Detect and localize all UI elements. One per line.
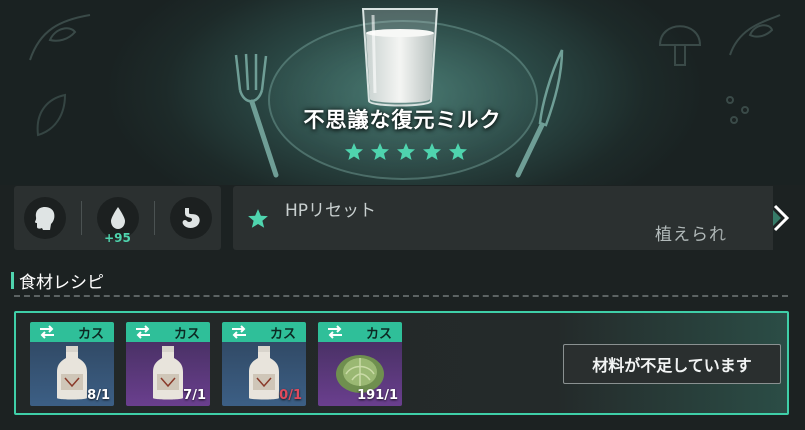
- star-icon: [371, 143, 389, 160]
- item-title: 不思議な復元ミルク: [303, 108, 502, 132]
- accent-bar: [11, 272, 14, 289]
- stomach-icon: [182, 208, 200, 228]
- effect-name: HPリセット: [285, 201, 377, 221]
- swap-icon[interactable]: [135, 325, 151, 339]
- stat-value: +95: [104, 231, 131, 245]
- stat-water[interactable]: +95: [93, 193, 143, 245]
- ingredient-count: 8/1: [87, 388, 110, 403]
- milk-glass-icon: [361, 8, 439, 107]
- ingredient-card[interactable]: カス 7/1: [126, 322, 210, 406]
- insufficient-materials-button[interactable]: 材料が不足しています: [563, 344, 781, 384]
- star-icon: [423, 143, 441, 160]
- star-icon: [248, 209, 268, 228]
- ingredient-count: 7/1: [183, 388, 206, 403]
- ingredient-card[interactable]: カス 8/1: [30, 322, 114, 406]
- tag-label: カス: [173, 326, 200, 342]
- recipe-box: カス 8/1 カス 7/1 カス 0/1 カス 191/1 材料が不足しています: [14, 311, 789, 415]
- effect-fade: [713, 186, 773, 250]
- ingredient-card[interactable]: カス 191/1: [318, 322, 402, 406]
- divider: [80, 201, 82, 235]
- divider: [153, 201, 155, 235]
- divider: [14, 295, 788, 297]
- stat-panel: +95: [14, 186, 221, 250]
- recipe-title: 食材レシピ: [19, 273, 104, 293]
- star-icon: [345, 143, 363, 160]
- water-drop-icon: [110, 207, 125, 229]
- mushroom-doodle-icon: [658, 14, 781, 66]
- ingredient-tag: カス: [30, 322, 114, 342]
- rarity-stars: [344, 142, 468, 162]
- star-icon: [397, 143, 415, 160]
- effect-panel[interactable]: HPリセット 植えられ: [233, 186, 773, 250]
- chevron-right-icon[interactable]: [770, 203, 792, 233]
- ingredient-tag: カス: [318, 322, 402, 342]
- swap-icon[interactable]: [39, 325, 55, 339]
- ingredient-count: 191/1: [357, 388, 398, 403]
- recipe-header: 食材レシピ: [11, 268, 104, 293]
- ingredient-card[interactable]: カス 0/1: [222, 322, 306, 406]
- tag-label: カス: [365, 326, 392, 342]
- star-icon: [449, 143, 467, 160]
- swap-icon[interactable]: [231, 325, 247, 339]
- tag-label: カス: [77, 326, 104, 342]
- head-icon: [34, 207, 54, 230]
- stat-stomach[interactable]: [166, 193, 216, 243]
- swap-icon[interactable]: [327, 325, 343, 339]
- ingredient-tag: カス: [126, 322, 210, 342]
- herb-doodle-icon: [29, 14, 91, 61]
- ingredient-count: 0/1: [279, 388, 302, 403]
- ingredient-tag: カス: [222, 322, 306, 342]
- stat-head[interactable]: [20, 193, 70, 243]
- item-hero: 不思議な復元ミルク: [0, 0, 805, 185]
- tag-label: カス: [269, 326, 296, 342]
